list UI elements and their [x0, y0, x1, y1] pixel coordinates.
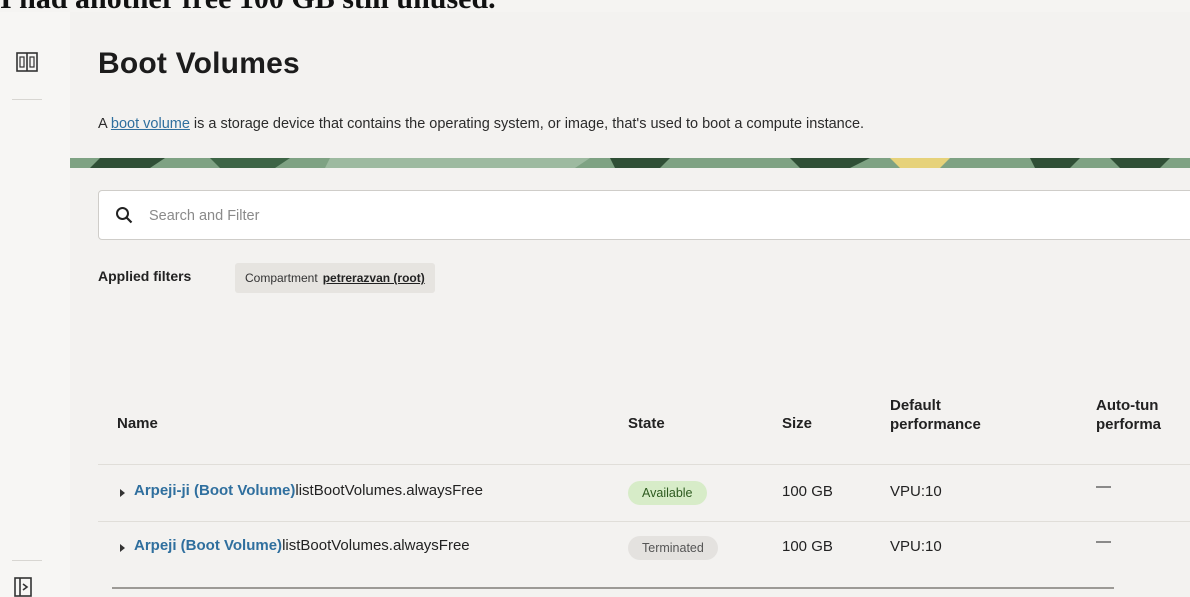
default-performance-cell: VPU:10 [890, 538, 942, 555]
search-icon [116, 207, 133, 224]
description-prefix: A [98, 116, 111, 132]
header-name[interactable]: Name [117, 414, 158, 433]
status-badge: Terminated [628, 536, 718, 560]
search-filter-box[interactable] [98, 190, 1190, 240]
volume-suffix: listBootVolumes.alwaysFree [282, 537, 470, 554]
volume-link[interactable]: Arpeji-ji (Boot Volume) [134, 482, 295, 499]
rail-divider-bottom [12, 560, 42, 561]
chip-prefix: Compartment [245, 271, 318, 285]
auto-tune-cell: — [1096, 478, 1111, 495]
caret-right-icon[interactable] [120, 489, 125, 497]
auto-tune-cell: — [1096, 533, 1111, 550]
boot-volume-link[interactable]: boot volume [111, 116, 190, 132]
decorative-banner [70, 158, 1190, 168]
header-auto-tune-performance[interactable]: Auto-tun performa [1096, 396, 1161, 434]
chip-value[interactable]: petrerazvan (root) [323, 271, 425, 285]
page-title: Boot Volumes [98, 47, 300, 80]
description-suffix: is a storage device that contains the op… [189, 116, 865, 132]
caret-right-icon[interactable] [120, 544, 125, 552]
volume-suffix: listBootVolumes.alwaysFree [295, 482, 483, 499]
expand-panel-icon[interactable] [14, 577, 36, 597]
rail-divider-top [12, 99, 42, 100]
row-divider [98, 521, 1190, 522]
volume-link[interactable]: Arpeji (Boot Volume) [134, 537, 282, 554]
header-default-performance[interactable]: Default performance [890, 396, 981, 434]
page-description: A boot volume is a storage device that c… [98, 116, 864, 132]
status-badge: Available [628, 481, 707, 505]
size-cell: 100 GB [782, 483, 833, 500]
compartment-filter-chip[interactable]: Compartment petrerazvan (root) [235, 263, 435, 293]
table-row-name: Arpeji (Boot Volume)listBootVolumes.alwa… [134, 537, 470, 554]
horizontal-scrollbar[interactable] [112, 587, 1114, 589]
panel-layout-icon[interactable] [16, 52, 38, 72]
header-default-line2: performance [890, 416, 981, 433]
search-input[interactable] [147, 203, 1051, 229]
size-cell: 100 GB [782, 538, 833, 555]
left-rail [0, 12, 71, 597]
header-auto-line1: Auto-tun [1096, 397, 1159, 414]
header-state[interactable]: State [628, 414, 665, 433]
main-panel: Boot Volumes A boot volume is a storage … [70, 12, 1190, 597]
header-auto-line2: performa [1096, 416, 1162, 433]
header-size[interactable]: Size [782, 414, 812, 433]
table-row-name: Arpeji-ji (Boot Volume)listBootVolumes.a… [134, 482, 483, 499]
header-default-line1: Default [890, 397, 941, 414]
default-performance-cell: VPU:10 [890, 483, 942, 500]
applied-filters-label: Applied filters [98, 268, 192, 284]
row-divider [98, 464, 1190, 465]
